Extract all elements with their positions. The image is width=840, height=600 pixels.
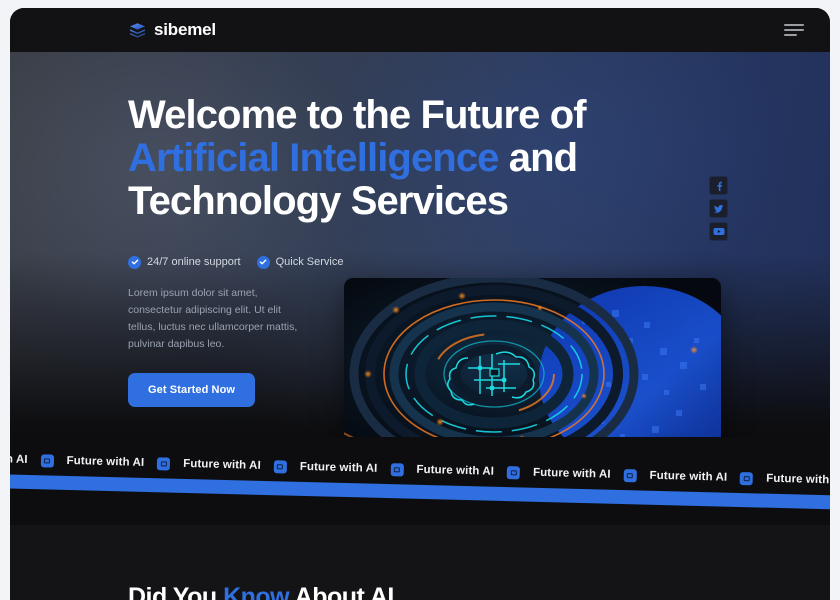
hero-badge: 24/7 online support xyxy=(128,255,241,269)
square-badge-icon xyxy=(157,456,171,471)
square-badge-icon xyxy=(740,471,754,485)
check-circle-icon xyxy=(128,255,141,269)
marquee-item: Future with AI xyxy=(649,469,766,485)
square-badge-icon xyxy=(40,453,54,468)
marquee-item-label: Future with AI xyxy=(66,454,145,469)
marquee-item: Future with AI xyxy=(10,452,67,468)
headline-line-3: Technology Services xyxy=(128,179,509,224)
hamburger-bar xyxy=(784,29,804,31)
hero-headline: Welcome to the Future of Artificial Inte… xyxy=(128,93,598,224)
marquee-strip-section: Future with AI Future with AI Future with … xyxy=(10,437,830,525)
site-header: sibemel xyxy=(10,8,830,52)
square-badge-icon xyxy=(390,462,404,476)
hero-badge-label: Quick Service xyxy=(275,256,344,269)
square-badge-icon xyxy=(623,468,637,482)
marquee-item-label: Future with AI xyxy=(649,469,728,484)
square-badge-inner xyxy=(743,475,750,481)
social-links-rail xyxy=(709,176,728,241)
marquee-item: Future with AI xyxy=(533,466,650,482)
headline-line-1: Welcome to the Future of xyxy=(128,93,587,137)
marquee-item-label: Future with AI xyxy=(299,460,378,475)
facebook-icon[interactable] xyxy=(709,176,728,195)
square-badge-inner xyxy=(627,472,634,478)
browser-page-frame: sibemel Welcome to the Future of Artific… xyxy=(0,0,840,600)
headline-accent: Artificial Intelligence xyxy=(128,136,499,181)
marquee-item: Future with AI xyxy=(766,472,830,488)
marquee-item: Future with AI xyxy=(183,457,300,474)
twitter-icon[interactable] xyxy=(709,199,728,218)
hero-section: Welcome to the Future of Artificial Inte… xyxy=(10,52,830,437)
next-section-teaser: Did You Know About AI xyxy=(10,525,830,600)
website-viewport: sibemel Welcome to the Future of Artific… xyxy=(10,8,830,600)
marquee-item-label: Future with AI xyxy=(532,466,611,481)
brand-logo[interactable]: sibemel xyxy=(20,20,216,40)
check-circle-icon xyxy=(256,255,270,269)
hamburger-bar xyxy=(784,34,797,36)
next-section-heading: Did You Know About AI xyxy=(128,583,394,600)
headline-line-2-rest: and xyxy=(498,136,578,181)
next-heading-part-a: Did You xyxy=(128,583,224,600)
marquee-item-label: Future with AI xyxy=(416,463,495,478)
square-badge-inner xyxy=(510,469,517,475)
hero-badge-row: 24/7 online support Quick Service xyxy=(128,255,830,269)
marquee-item-label: Future with AI xyxy=(766,472,830,487)
square-badge-inner xyxy=(160,460,167,466)
hero-badge-label: 24/7 online support xyxy=(147,256,241,269)
square-badge-inner xyxy=(277,463,284,469)
youtube-icon[interactable] xyxy=(709,222,728,241)
next-heading-part-b: About AI xyxy=(289,583,395,600)
hero-media-image xyxy=(344,278,721,437)
square-badge-icon xyxy=(506,465,521,479)
square-badge-inner xyxy=(393,466,400,472)
marquee-item-label: Future with AI xyxy=(10,452,28,466)
get-started-button[interactable]: Get Started Now xyxy=(128,372,256,407)
square-badge-icon xyxy=(273,459,287,474)
square-badge-inner xyxy=(44,457,51,464)
marquee-item-label: Future with AI xyxy=(183,457,261,472)
hamburger-menu-icon[interactable] xyxy=(784,21,806,39)
next-heading-accent: Know xyxy=(223,583,290,600)
brand-name: sibemel xyxy=(154,20,216,39)
layers-icon xyxy=(128,21,147,40)
hero-badge: Quick Service xyxy=(256,255,344,269)
marquee-item: Future with AI xyxy=(300,460,417,476)
hamburger-bar xyxy=(784,24,804,26)
hero-paragraph: Lorem ipsum dolor sit amet, consectetur … xyxy=(128,286,298,350)
marquee-item: Future with AI xyxy=(66,454,183,471)
marquee-item: Future with AI xyxy=(416,463,533,479)
